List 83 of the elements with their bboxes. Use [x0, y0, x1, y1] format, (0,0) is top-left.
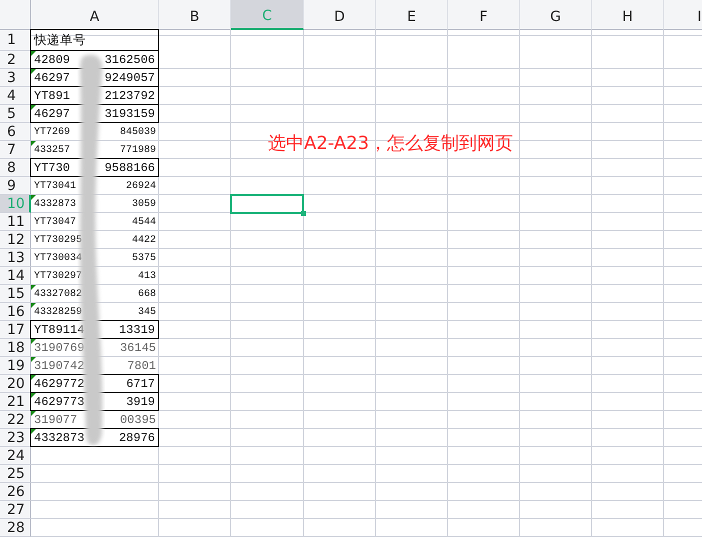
- row-header[interactable]: 1: [0, 30, 31, 51]
- cell-text: 845039: [120, 126, 156, 138]
- cell-text: 668: [138, 288, 156, 300]
- cell-text: 36145: [120, 341, 156, 355]
- cell-text: 4332873: [34, 430, 84, 444]
- row-header[interactable]: 19: [0, 357, 31, 375]
- cell-text: 9588166: [104, 160, 155, 174]
- cell-text: 433257: [34, 144, 70, 156]
- row-header[interactable]: 8: [0, 159, 31, 177]
- row-header[interactable]: 12: [0, 231, 31, 249]
- cell-text: 00395: [120, 413, 156, 427]
- cell-text: 43328259: [34, 306, 82, 318]
- row-header[interactable]: 14: [0, 267, 31, 285]
- cell-text: 3919: [126, 394, 155, 408]
- cell-text: 2123792: [104, 88, 155, 102]
- row-header[interactable]: 24: [0, 447, 31, 465]
- cell-text: 4629773: [34, 394, 84, 408]
- column-header[interactable]: I: [664, 0, 702, 30]
- cell-text: 4544: [132, 216, 156, 228]
- row-header[interactable]: 4: [0, 87, 31, 105]
- cell-text: 3190769: [34, 341, 84, 355]
- cell-text: 42809: [34, 52, 70, 66]
- cell-text: 771989: [120, 144, 156, 156]
- cell-text: 46297: [34, 70, 70, 84]
- cell-text: 3193159: [104, 106, 155, 120]
- cell-text: YT730: [34, 160, 70, 174]
- column-header[interactable]: F: [448, 0, 520, 30]
- row-header[interactable]: 22: [0, 411, 31, 429]
- row-header[interactable]: 11: [0, 213, 31, 231]
- select-all-corner[interactable]: [0, 0, 31, 30]
- cell-text: 快递单号: [34, 32, 86, 48]
- row-header[interactable]: 21: [0, 393, 31, 411]
- column-header[interactable]: G: [520, 0, 592, 30]
- cell-text: 345: [138, 306, 156, 318]
- row-header[interactable]: 5: [0, 105, 31, 123]
- cell-text: 46297: [34, 106, 70, 120]
- cell-text: 28976: [118, 430, 155, 444]
- cell-text: YT73041: [34, 180, 76, 192]
- cell-text: 6717: [126, 376, 155, 390]
- row-header[interactable]: 16: [0, 303, 31, 321]
- cell-text: 5375: [132, 252, 156, 264]
- row-header[interactable]: 6: [0, 123, 31, 141]
- cell-text: 43327082: [34, 288, 82, 300]
- cell-text: 3190742: [34, 359, 84, 373]
- cell-text: 3059: [132, 198, 156, 210]
- row-header[interactable]: 7: [0, 141, 31, 159]
- row-header[interactable]: 2: [0, 51, 31, 69]
- cell-text: 4332873: [34, 198, 76, 210]
- cell-text: 7801: [127, 359, 156, 373]
- column-header[interactable]: D: [304, 0, 376, 30]
- cell-text: YT730034: [34, 252, 82, 264]
- cell-text: 3162506: [104, 52, 155, 66]
- cell-text: YT891: [34, 88, 70, 102]
- cell-selection[interactable]: [230, 194, 304, 214]
- row-header[interactable]: 17: [0, 321, 31, 339]
- cell-text: 9249057: [104, 70, 155, 84]
- row-header[interactable]: 23: [0, 429, 31, 447]
- cell-text: 4422: [132, 234, 156, 246]
- column-header[interactable]: A: [31, 0, 159, 30]
- annotation-text: 选中A2-A23，怎么复制到网页: [268, 132, 514, 155]
- cell-text: YT89114: [34, 322, 84, 336]
- row-header[interactable]: 26: [0, 483, 31, 501]
- row-header[interactable]: 9: [0, 177, 31, 195]
- column-header[interactable]: B: [159, 0, 231, 30]
- cell-text: YT730295: [34, 234, 82, 246]
- row-header[interactable]: 18: [0, 339, 31, 357]
- cell-text: 413: [138, 270, 156, 282]
- cell-text: YT730297: [34, 270, 82, 282]
- cell-text: 26924: [126, 180, 156, 192]
- cell-text: YT7269: [34, 126, 70, 138]
- cell-text: 13319: [118, 322, 155, 336]
- row-header[interactable]: 25: [0, 465, 31, 483]
- row-header[interactable]: 3: [0, 69, 31, 87]
- cell-text: 4629772: [34, 376, 84, 390]
- cell-text: YT73047: [34, 216, 76, 228]
- column-header[interactable]: H: [592, 0, 664, 30]
- row-header[interactable]: 27: [0, 501, 31, 519]
- column-header[interactable]: E: [376, 0, 448, 30]
- row-header[interactable]: 15: [0, 285, 31, 303]
- row-header[interactable]: 28: [0, 519, 31, 537]
- row-header[interactable]: 13: [0, 249, 31, 267]
- row-header[interactable]: 20: [0, 375, 31, 393]
- cell-text: 319077: [34, 413, 78, 427]
